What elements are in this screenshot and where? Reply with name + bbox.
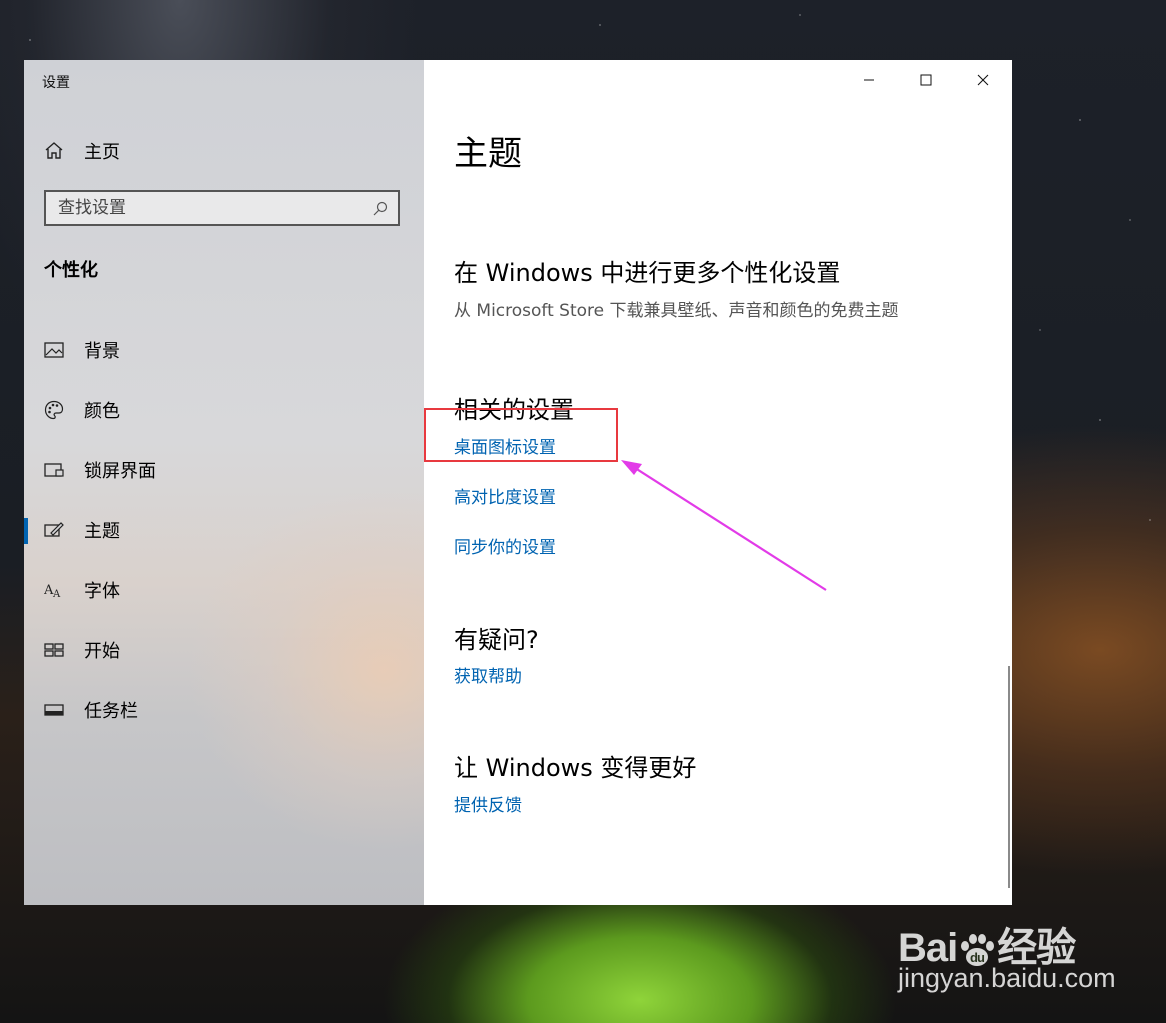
minimize-icon[interactable] <box>846 66 892 94</box>
sidebar-item-themes[interactable]: 主题 <box>24 500 424 560</box>
sidebar-item-taskbar[interactable]: 任务栏 <box>24 680 424 740</box>
lock-screen-icon <box>44 463 64 477</box>
baidu-jingyan-watermark: Bai du 经验 jingyan.baidu.com <box>898 905 1158 1005</box>
watermark-url: jingyan.baidu.com <box>898 963 1116 993</box>
search-icon[interactable] <box>372 201 388 217</box>
sidebar-item-fonts[interactable]: A A 字体 <box>24 560 424 620</box>
palette-icon <box>44 400 64 420</box>
start-grid-icon <box>44 643 64 657</box>
sidebar-item-label: 背景 <box>84 341 120 362</box>
sidebar-item-background[interactable]: 背景 <box>24 320 424 380</box>
questions-heading: 有疑问? <box>454 626 539 654</box>
settings-sidebar: 设置 主页 个性化 背景 <box>24 60 424 905</box>
annotation-highlight-box <box>424 408 618 462</box>
sidebar-nav: 背景 颜色 锁屏界面 主题 A A 字体 开始 任务栏 <box>24 320 424 740</box>
sidebar-item-label: 主页 <box>84 142 120 163</box>
page-title: 主题 <box>454 134 522 174</box>
more-personalization-description: 从 Microsoft Store 下载兼具壁纸、声音和颜色的免费主题 <box>454 301 899 321</box>
search-input[interactable] <box>58 197 358 219</box>
sidebar-item-label: 字体 <box>84 581 120 602</box>
search-box[interactable] <box>44 190 400 226</box>
sidebar-item-start[interactable]: 开始 <box>24 620 424 680</box>
theme-brush-icon <box>44 522 64 537</box>
more-personalization-heading: 在 Windows 中进行更多个性化设置 <box>454 259 841 287</box>
settings-window: 设置 主页 个性化 背景 <box>24 60 1012 905</box>
sidebar-item-label: 锁屏界面 <box>84 461 156 482</box>
sidebar-item-label: 开始 <box>84 641 120 662</box>
close-icon[interactable] <box>960 66 1006 94</box>
home-icon <box>45 142 63 159</box>
font-icon: A A <box>44 583 61 600</box>
svg-text:A: A <box>52 589 61 600</box>
high-contrast-settings-link[interactable]: 高对比度设置 <box>454 483 556 508</box>
picture-icon <box>44 342 64 358</box>
get-help-link[interactable]: 获取帮助 <box>454 662 522 687</box>
sidebar-item-colors[interactable]: 颜色 <box>24 380 424 440</box>
window-title: 设置 <box>42 75 70 91</box>
taskbar-icon <box>44 704 64 716</box>
improve-windows-heading: 让 Windows 变得更好 <box>454 754 697 782</box>
sidebar-item-home[interactable]: 主页 <box>44 138 120 164</box>
give-feedback-link[interactable]: 提供反馈 <box>454 791 522 816</box>
maximize-icon[interactable] <box>903 66 949 94</box>
section-heading: 个性化 <box>44 260 98 281</box>
sidebar-item-lock-screen[interactable]: 锁屏界面 <box>24 440 424 500</box>
sync-settings-link[interactable]: 同步你的设置 <box>454 533 556 558</box>
scrollbar-thumb[interactable] <box>1008 666 1010 888</box>
sidebar-item-label: 主题 <box>84 521 120 542</box>
sidebar-item-label: 颜色 <box>84 401 120 422</box>
sidebar-item-label: 任务栏 <box>84 701 138 722</box>
settings-content: 主题 在 Windows 中进行更多个性化设置 从 Microsoft Stor… <box>424 60 1012 905</box>
